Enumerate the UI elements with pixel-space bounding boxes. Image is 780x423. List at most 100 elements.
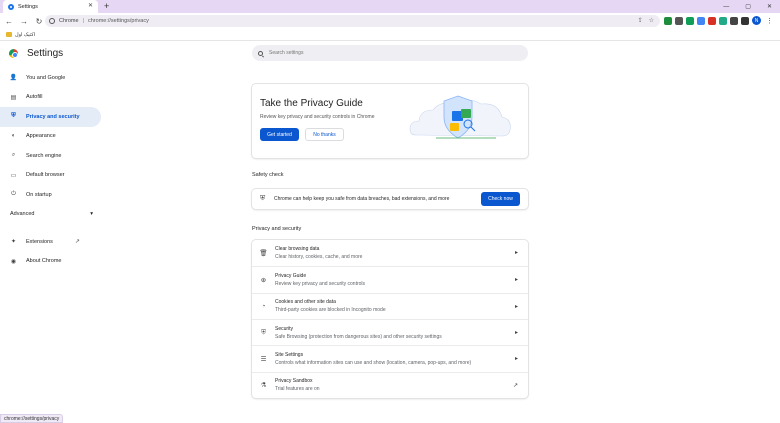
privacy-guide-title: Take the Privacy Guide xyxy=(260,98,363,109)
settings-gear-icon xyxy=(8,3,14,10)
external-link-icon: ↗ xyxy=(512,382,518,389)
row-title: Clear browsing data xyxy=(275,246,320,253)
sidebar-item-label: You and Google xyxy=(26,74,66,81)
tab-title: Settings xyxy=(18,3,38,10)
maximize-button[interactable]: ▢ xyxy=(745,3,751,10)
chevron-right-icon: ▸ xyxy=(514,329,518,336)
cookie-icon: ◔ xyxy=(261,302,266,310)
back-button[interactable]: ← xyxy=(2,14,16,28)
extension-icon[interactable] xyxy=(686,16,694,25)
puzzle-icon[interactable] xyxy=(730,16,738,25)
sidebar-item-you-and-google[interactable]: 👤 You and Google xyxy=(0,68,101,88)
sidebar: 👤 You and Google ▤ Autofill ⛨ Privacy an… xyxy=(0,68,101,271)
minimize-button[interactable]: — xyxy=(723,4,729,10)
list-item-clear-browsing-data[interactable]: 🗑 Clear browsing data Clear history, coo… xyxy=(252,240,528,266)
sidebar-item-label: About Chrome xyxy=(26,258,62,265)
sidebar-item-autofill[interactable]: ▤ Autofill xyxy=(0,88,101,108)
sidebar-item-search-engine[interactable]: ⌕ Search engine xyxy=(0,146,101,166)
sidebar-item-on-startup[interactable]: ⏻ On startup xyxy=(0,185,101,205)
row-title: Cookies and other site data xyxy=(275,299,336,306)
folder-icon xyxy=(6,32,12,37)
row-title: Site Settings xyxy=(275,351,304,358)
reload-button[interactable]: ↻ xyxy=(32,14,46,28)
url-text[interactable]: chrome://settings/privacy xyxy=(88,18,149,24)
extension-icon[interactable] xyxy=(708,16,716,25)
sidebar-divider xyxy=(0,224,101,232)
safety-check-card: ⛨ Chrome can help keep you safe from dat… xyxy=(252,189,528,209)
address-bar[interactable]: Chrome | chrome://settings/privacy ⇪ ☆ xyxy=(45,15,660,27)
sidebar-advanced-toggle[interactable]: Advanced ▾ xyxy=(0,205,101,225)
trash-icon: 🗑 xyxy=(259,250,268,258)
privacy-security-heading: Privacy and security xyxy=(252,226,302,232)
sidebar-item-default-browser[interactable]: ▭ Default browser xyxy=(0,166,101,186)
bookmark-folder[interactable]: اکتیک اول xyxy=(15,32,35,38)
sidebar-item-about-chrome[interactable]: ◉ About Chrome xyxy=(0,252,101,272)
chrome-logo-icon xyxy=(9,49,18,58)
puzzle-icon: ✦ xyxy=(10,239,17,246)
shield-icon: ⛨ xyxy=(261,328,266,336)
browser-toolbar: ← → ↻ Chrome | chrome://settings/privacy… xyxy=(0,13,780,29)
extension-icon[interactable] xyxy=(675,16,683,25)
profile-avatar[interactable]: N xyxy=(752,16,761,25)
tab-settings[interactable]: Settings ✕ xyxy=(3,0,98,13)
power-icon: ⏻ xyxy=(11,191,16,198)
list-item-site-settings[interactable]: ☰ Site Settings Controls what informatio… xyxy=(252,345,528,371)
row-subtitle: Clear history, cookies, cache, and more xyxy=(275,254,363,261)
sliders-icon: ☰ xyxy=(260,355,267,363)
sidebar-item-label: Privacy and security xyxy=(26,113,80,120)
extensions-area: N ⋮ xyxy=(664,16,773,25)
status-bubble-url: chrome://settings/privacy xyxy=(0,414,64,423)
row-subtitle: Trial features are on xyxy=(275,386,320,393)
sidebar-item-extensions[interactable]: ✦ Extensions ↗ xyxy=(0,232,101,252)
extension-icon[interactable] xyxy=(664,16,672,25)
sidebar-item-appearance[interactable]: ◐ Appearance xyxy=(0,127,101,147)
chevron-right-icon: ▸ xyxy=(514,277,518,284)
new-tab-button[interactable]: + xyxy=(104,0,109,13)
palette-icon: ◐ xyxy=(11,133,16,140)
url-separator: | xyxy=(82,18,84,24)
sidebar-item-label: Extensions xyxy=(26,238,53,245)
row-title: Security xyxy=(275,325,294,332)
external-link-icon: ↗ xyxy=(74,239,80,246)
close-window-button[interactable]: ✕ xyxy=(767,3,772,10)
share-icon[interactable]: ⇪ xyxy=(638,17,643,24)
list-item-cookies[interactable]: ◔ Cookies and other site data Third-part… xyxy=(252,292,528,319)
list-item-privacy-sandbox[interactable]: ⚗ Privacy Sandbox Trial features are on … xyxy=(252,371,528,398)
menu-icon[interactable]: ⋮ xyxy=(766,17,773,25)
privacy-guide-card: Take the Privacy Guide Review key privac… xyxy=(252,84,528,158)
tab-close-icon[interactable]: ✕ xyxy=(88,2,93,9)
search-icon xyxy=(258,50,263,56)
extension-icon[interactable] xyxy=(719,16,727,25)
sidebar-item-label: Search engine xyxy=(26,152,62,159)
chevron-down-icon: ▾ xyxy=(90,211,93,218)
row-subtitle: Safe Browsing (protection from dangerous… xyxy=(275,333,442,340)
bookmark-star-icon[interactable]: ☆ xyxy=(649,17,654,24)
sidebar-item-label: Appearance xyxy=(26,133,56,140)
extension-icon[interactable] xyxy=(697,16,705,25)
tab-strip: Settings ✕ + — ▢ ✕ xyxy=(0,0,780,13)
window-controls: — ▢ ✕ xyxy=(723,0,772,13)
side-panel-icon[interactable] xyxy=(741,16,749,25)
sidebar-item-label: Default browser xyxy=(26,172,65,179)
sidebar-item-privacy-and-security[interactable]: ⛨ Privacy and security xyxy=(0,107,101,127)
site-info-icon[interactable] xyxy=(49,18,55,24)
chevron-right-icon: ▸ xyxy=(514,250,518,256)
sidebar-advanced-label: Advanced xyxy=(10,211,35,218)
sidebar-item-label: Autofill xyxy=(26,94,43,101)
browser-icon: ▭ xyxy=(10,172,17,179)
chevron-right-icon: ▸ xyxy=(514,356,518,363)
list-item-security[interactable]: ⛨ Security Safe Browsing (protection fro… xyxy=(252,318,528,345)
page-title: Settings xyxy=(27,48,64,59)
shield-icon: ⛨ xyxy=(11,113,16,120)
get-started-button[interactable]: Get started xyxy=(260,128,299,141)
search-icon: ⌕ xyxy=(11,152,16,159)
chrome-icon: ◉ xyxy=(10,258,17,265)
no-thanks-button[interactable]: No thanks xyxy=(305,128,344,141)
search-input[interactable] xyxy=(269,50,509,56)
forward-button[interactable]: → xyxy=(17,14,31,28)
list-item-privacy-guide[interactable]: ⊕ Privacy Guide Review key privacy and s… xyxy=(252,266,528,292)
check-now-button[interactable]: Check now xyxy=(481,192,520,206)
row-subtitle: Controls what information sites can use … xyxy=(275,359,472,366)
search-settings-box[interactable] xyxy=(252,45,528,61)
row-subtitle: Third-party cookies are blocked in Incog… xyxy=(275,307,386,314)
